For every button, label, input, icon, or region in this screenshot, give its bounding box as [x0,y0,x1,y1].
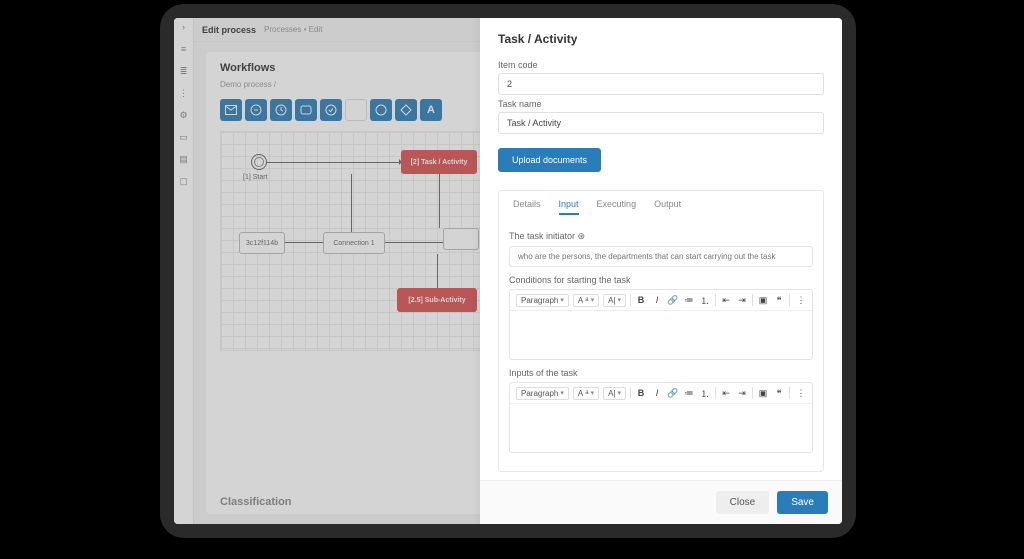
bullet-list-icon[interactable]: ≔ [683,293,695,307]
tab-input[interactable]: Input [559,199,579,215]
bold-icon[interactable]: B [635,293,647,307]
initiator-input[interactable] [509,246,813,267]
conditions-textarea[interactable] [510,311,812,359]
separator [630,294,631,306]
numbered-list-icon[interactable]: ⒈ [699,293,711,307]
italic-icon[interactable]: I [651,386,663,400]
separator [715,387,716,399]
link-icon[interactable]: 🔗 [667,293,679,307]
conditions-label: Conditions for starting the task [509,275,813,285]
tab-executing[interactable]: Executing [597,199,637,215]
tablet-frame: › ≡ ≣ ⋮ ⚙ ▭ ▤ ▢ Edit process Processes •… [160,4,856,538]
inputs-textarea[interactable] [510,404,812,452]
bold-icon[interactable]: B [635,386,647,400]
tab-strip: Details Input Executing Output [505,197,817,223]
panel-footer: Close Save [480,480,842,524]
more-icon[interactable]: ⋮ [794,386,806,400]
separator [752,294,753,306]
quote-icon[interactable]: ❝ [773,386,785,400]
panel-title: Task / Activity [480,18,842,56]
save-button[interactable]: Save [777,491,828,514]
item-code-input[interactable] [498,73,824,95]
bullet-list-icon[interactable]: ≔ [683,386,695,400]
panel-body: Item code Task name Upload documents Det… [480,56,842,480]
indent-icon[interactable]: ⇥ [736,386,748,400]
separator [752,387,753,399]
inputs-label: Inputs of the task [509,368,813,378]
font-size-select[interactable]: Aa▾ [573,294,599,307]
tab-output[interactable]: Output [654,199,681,215]
link-icon[interactable]: 🔗 [667,386,679,400]
separator [630,387,631,399]
editor-toolbar: Paragraph▾ Aa▾ A|▾ B I 🔗 ≔ ⒈ ⇤ ⇥ [510,383,812,404]
font-size-select[interactable]: Aa▾ [573,387,599,400]
paragraph-select[interactable]: Paragraph▾ [516,294,569,307]
close-button[interactable]: Close [716,491,770,514]
separator [789,387,790,399]
task-name-label: Task name [498,99,824,109]
upload-documents-button[interactable]: Upload documents [498,148,601,172]
outdent-icon[interactable]: ⇤ [720,293,732,307]
text-color-select[interactable]: A|▾ [603,387,626,400]
inputs-editor: Paragraph▾ Aa▾ A|▾ B I 🔗 ≔ ⒈ ⇤ ⇥ [509,382,813,453]
more-icon[interactable]: ⋮ [794,293,806,307]
panel-tabs-container: Details Input Executing Output The task … [498,190,824,472]
tab-details[interactable]: Details [513,199,541,215]
paragraph-select[interactable]: Paragraph▾ [516,387,569,400]
quote-icon[interactable]: ❝ [773,293,785,307]
image-icon[interactable]: ▣ [757,386,769,400]
italic-icon[interactable]: I [651,293,663,307]
conditions-editor: Paragraph▾ Aa▾ A|▾ B I 🔗 ≔ ⒈ ⇤ ⇥ [509,289,813,360]
task-name-input[interactable] [498,112,824,134]
separator [715,294,716,306]
initiator-label: The task initiator ⊛ [509,231,813,242]
text-color-select[interactable]: A|▾ [603,294,626,307]
image-icon[interactable]: ▣ [757,293,769,307]
editor-toolbar: Paragraph▾ Aa▾ A|▾ B I 🔗 ≔ ⒈ ⇤ ⇥ [510,290,812,311]
task-side-panel: Task / Activity Item code Task name Uplo… [480,18,842,524]
tablet-screen: › ≡ ≣ ⋮ ⚙ ▭ ▤ ▢ Edit process Processes •… [174,18,842,524]
outdent-icon[interactable]: ⇤ [720,386,732,400]
separator [789,294,790,306]
indent-icon[interactable]: ⇥ [736,293,748,307]
numbered-list-icon[interactable]: ⒈ [699,386,711,400]
item-code-label: Item code [498,60,824,70]
